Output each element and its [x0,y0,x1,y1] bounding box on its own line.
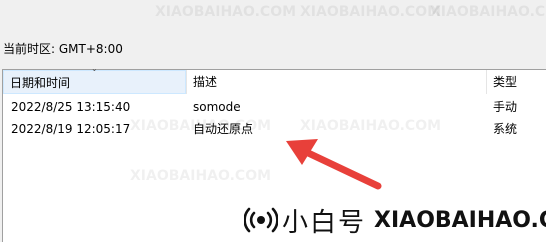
list-header: ⌄ 日期和时间 描述 类型 [3,64,546,94]
restore-point-row[interactable]: 2022/8/25 13:15:40 somode 手动 [3,96,546,118]
row-datetime: 2022/8/19 12:05:17 [11,122,131,136]
row-datetime: 2022/8/25 13:15:40 [11,100,131,114]
column-header-type-label: 类型 [493,75,518,89]
row-description: 自动还原点 [193,122,254,136]
sort-descending-icon: ⌄ [91,64,98,73]
row-description: somode [193,100,241,114]
watermark-tile: XIAOBAIHAO.COM [300,4,442,20]
column-header-type[interactable]: 类型 [486,70,546,94]
row-type: 系统 [493,122,518,136]
column-header-description-label: 描述 [193,75,218,89]
column-header-datetime-label: 日期和时间 [10,76,71,90]
watermark-brand: 小白号 XIAOBAIHAO.COM [244,200,546,240]
watermark-brand-en: XIAOBAIHAO.COM [374,207,546,233]
watermark-brand-cn: 小白号 [282,207,367,238]
column-header-description[interactable]: 描述 [186,70,486,94]
restore-point-row[interactable]: 2022/8/19 12:05:17 自动还原点 系统 [3,118,546,140]
timezone-label: 当前时区: GMT+8:00 [3,42,123,56]
watermark-tile: XIAOBAIHAO.COM [430,4,546,20]
column-header-datetime[interactable]: ⌄ 日期和时间 [3,64,186,94]
watermark-tile: XIAOBAIHAO.COM [155,4,297,20]
row-type: 手动 [493,100,518,114]
broadcast-icon [244,207,278,233]
